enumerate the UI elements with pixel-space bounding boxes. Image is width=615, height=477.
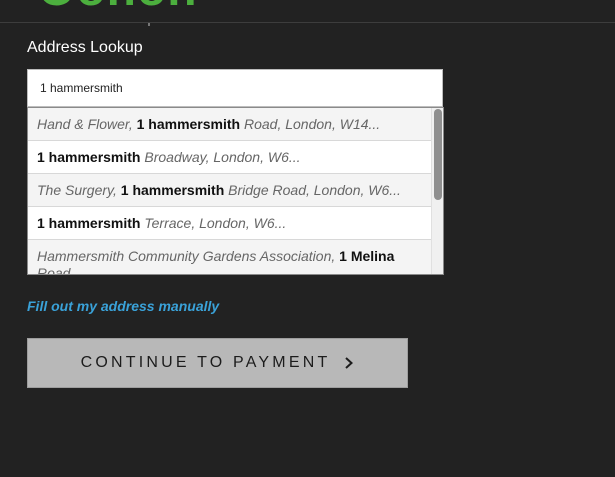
checkout-page: Oonon Address Lookup Hand & Flower, 1 ha… (0, 0, 615, 477)
address-result-item[interactable]: 1 hammersmith Terrace, London, W6... (28, 207, 433, 240)
address-result-item[interactable]: Hand & Flower, 1 hammersmith Road, Londo… (28, 108, 433, 141)
result-match-text: 1 hammersmith (120, 182, 225, 198)
result-suffix-text: Road, London, W14... (240, 116, 381, 132)
result-suffix-text: Road... (37, 265, 83, 275)
result-prefix-text: Hammersmith Community Gardens Associatio… (37, 248, 340, 264)
result-match-text: 1 hammersmith (37, 149, 141, 165)
address-results-list: Hand & Flower, 1 hammersmith Road, Londo… (28, 108, 433, 275)
result-match-text: 1 hammersmith (37, 215, 141, 231)
result-prefix-text: Hand & Flower, (37, 116, 137, 132)
address-lookup-input[interactable] (27, 69, 443, 107)
result-match-text: 1 hammersmith (136, 116, 241, 132)
header-divider (0, 22, 615, 23)
brand-logo[interactable]: Oonon (38, 0, 198, 17)
address-result-item[interactable]: The Surgery, 1 hammersmith Bridge Road, … (28, 174, 433, 207)
result-suffix-text: Bridge Road, London, W6... (224, 182, 401, 198)
address-result-item[interactable]: Hammersmith Community Gardens Associatio… (28, 240, 433, 275)
address-lookup-label: Address Lookup (27, 39, 143, 56)
result-prefix-text: The Surgery, (37, 182, 121, 198)
address-results-dropdown: Hand & Flower, 1 hammersmith Road, Londo… (27, 107, 444, 275)
results-scroll-thumb[interactable] (434, 109, 442, 200)
chevron-right-icon (345, 357, 354, 369)
result-suffix-text: Terrace, London, W6... (140, 215, 287, 231)
result-match-text: 1 Melina (339, 248, 395, 264)
continue-button-label: CONTINUE TO PAYMENT (80, 354, 331, 371)
fill-address-manually-link[interactable]: Fill out my address manually (27, 298, 219, 314)
results-scrollbar[interactable] (431, 108, 443, 274)
continue-to-payment-button[interactable]: CONTINUE TO PAYMENT (27, 338, 408, 388)
result-suffix-text: Broadway, London, W6... (140, 149, 301, 165)
header: Oonon (0, 0, 615, 22)
divider-mark (148, 23, 150, 26)
address-result-item[interactable]: 1 hammersmith Broadway, London, W6... (28, 141, 433, 174)
